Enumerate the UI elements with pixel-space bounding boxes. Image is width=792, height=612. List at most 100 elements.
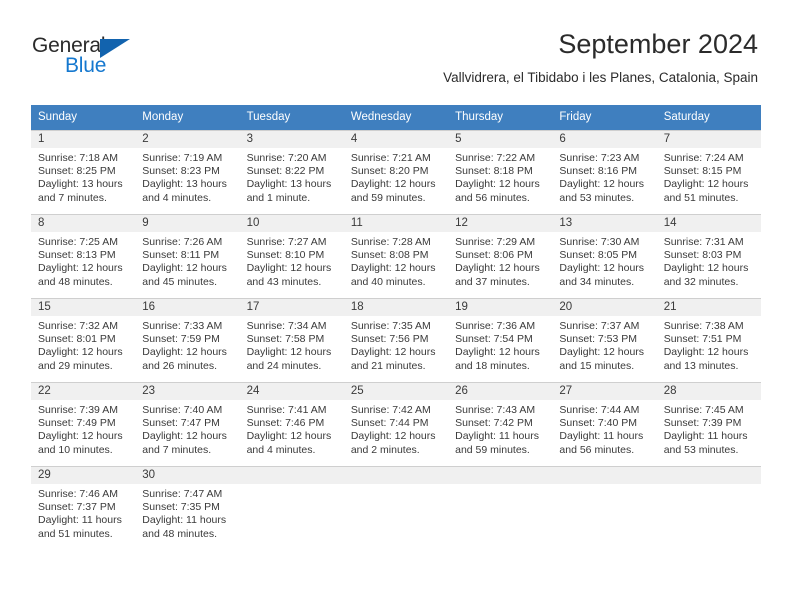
daylight-text-line2: and 10 minutes. — [38, 443, 113, 456]
calendar-day[interactable]: 12 Sunrise: 7:29 AM Sunset: 8:06 PM Dayligh… — [448, 214, 553, 298]
calendar-day[interactable]: 5 Sunrise: 7:22 AM Sunset: 8:18 PM Daylight… — [448, 130, 553, 214]
calendar-day[interactable]: 19 Sunrise: 7:36 AM Sunset: 7:54 PM Dayligh… — [448, 298, 553, 382]
daylight-text-line2: and 37 minutes. — [455, 275, 530, 288]
day-number — [448, 467, 553, 484]
sunset-text: Sunset: 7:39 PM — [663, 417, 742, 430]
calendar-week-row: 22 Sunrise: 7:39 AM Sunset: 7:49 PM Dayligh… — [31, 382, 761, 466]
day-details: Sunrise: 7:24 AM Sunset: 8:15 PM Daylight:… — [657, 148, 761, 205]
sunrise-text: Sunrise: 7:30 AM — [559, 236, 640, 248]
calendar-cell: 19 Sunrise: 7:36 AM Sunset: 7:54 PM Dayligh… — [448, 298, 553, 382]
sunset-text: Sunset: 8:15 PM — [663, 165, 742, 178]
daylight-text-line1: Daylight: 12 hours — [455, 346, 540, 359]
calendar-day[interactable]: 7 Sunrise: 7:24 AM Sunset: 8:15 PM Daylight… — [656, 130, 761, 214]
calendar-week-row: 15 Sunrise: 7:32 AM Sunset: 8:01 PM Dayligh… — [31, 298, 761, 382]
day-number: 16 — [135, 299, 240, 316]
calendar-day[interactable]: 14 Sunrise: 7:31 AM Sunset: 8:03 PM Dayligh… — [656, 214, 761, 298]
calendar-day[interactable]: 29 Sunrise: 7:46 AM Sunset: 7:37 PM Dayligh… — [31, 466, 136, 550]
calendar-cell: 20 Sunrise: 7:37 AM Sunset: 7:53 PM Dayligh… — [552, 298, 657, 382]
calendar-cell: 16 Sunrise: 7:33 AM Sunset: 7:59 PM Dayligh… — [135, 298, 240, 382]
sunrise-text: Sunrise: 7:42 AM — [350, 404, 431, 416]
calendar-day[interactable]: 3 Sunrise: 7:20 AM Sunset: 8:22 PM Daylight… — [239, 130, 344, 214]
calendar-day-empty — [343, 466, 449, 550]
daylight-text-line2: and 48 minutes. — [142, 527, 217, 540]
calendar-day[interactable]: 2 Sunrise: 7:19 AM Sunset: 8:23 PM Daylight… — [135, 130, 240, 214]
calendar-day[interactable]: 6 Sunrise: 7:23 AM Sunset: 8:16 PM Daylight… — [552, 130, 657, 214]
daylight-text-line1: Daylight: 12 hours — [38, 262, 123, 275]
calendar-day[interactable]: 20 Sunrise: 7:37 AM Sunset: 7:53 PM Dayligh… — [552, 298, 657, 382]
day-details: Sunrise: 7:22 AM Sunset: 8:18 PM Daylight:… — [448, 148, 552, 205]
calendar-cell: 23 Sunrise: 7:40 AM Sunset: 7:47 PM Dayligh… — [135, 382, 240, 466]
sunset-text: Sunset: 7:35 PM — [142, 501, 220, 514]
calendar-cell: 27 Sunrise: 7:44 AM Sunset: 7:40 PM Dayligh… — [552, 382, 657, 466]
calendar-cell — [656, 466, 761, 550]
day-details: Sunrise: 7:39 AM Sunset: 7:49 PM Daylight:… — [31, 400, 135, 457]
daylight-text-line2: and 26 minutes. — [142, 359, 217, 372]
calendar-day[interactable]: 9 Sunrise: 7:26 AM Sunset: 8:11 PM Daylight… — [135, 214, 240, 298]
daylight-text-line1: Daylight: 12 hours — [38, 430, 123, 443]
calendar-day[interactable]: 17 Sunrise: 7:34 AM Sunset: 7:58 PM Dayligh… — [239, 298, 344, 382]
calendar-day[interactable]: 28 Sunrise: 7:45 AM Sunset: 7:39 PM Dayligh… — [656, 382, 761, 466]
sunset-text: Sunset: 7:58 PM — [246, 333, 325, 346]
calendar-day[interactable]: 11 Sunrise: 7:28 AM Sunset: 8:08 PM Dayligh… — [343, 214, 449, 298]
sunset-text: Sunset: 8:22 PM — [246, 165, 325, 178]
day-number: 8 — [31, 215, 136, 232]
day-details: Sunrise: 7:36 AM Sunset: 7:54 PM Daylight:… — [448, 316, 552, 373]
day-details: Sunrise: 7:18 AM Sunset: 8:25 PM Daylight:… — [31, 148, 135, 205]
daylight-text-line2: and 7 minutes. — [142, 443, 212, 456]
daylight-text-line2: and 4 minutes. — [142, 191, 212, 204]
daylight-text-line2: and 56 minutes. — [455, 191, 530, 204]
daylight-text-line1: Daylight: 12 hours — [142, 262, 227, 275]
calendar-day[interactable]: 21 Sunrise: 7:38 AM Sunset: 7:51 PM Dayligh… — [656, 298, 761, 382]
daylight-text-line2: and 43 minutes. — [246, 275, 322, 288]
daylight-text-line1: Daylight: 11 hours — [559, 430, 644, 443]
sunset-text: Sunset: 7:51 PM — [663, 333, 742, 346]
calendar-cell: 1 Sunrise: 7:18 AM Sunset: 8:25 PM Daylight… — [31, 130, 136, 214]
weekday-header-monday: Monday — [135, 105, 240, 130]
day-details: Sunrise: 7:47 AM Sunset: 7:35 PM Daylight:… — [135, 484, 239, 541]
daylight-text-line2: and 45 minutes. — [142, 275, 217, 288]
calendar-day[interactable]: 13 Sunrise: 7:30 AM Sunset: 8:05 PM Dayligh… — [552, 214, 657, 298]
calendar-header-row: Sunday Monday Tuesday Wednesday Thursday… — [31, 105, 761, 130]
calendar-week-row: 8 Sunrise: 7:25 AM Sunset: 8:13 PM Daylight… — [31, 214, 761, 298]
calendar-day[interactable]: 24 Sunrise: 7:41 AM Sunset: 7:46 PM Dayligh… — [239, 382, 344, 466]
calendar-day[interactable]: 30 Sunrise: 7:47 AM Sunset: 7:35 PM Dayligh… — [135, 466, 240, 550]
calendar-day[interactable]: 15 Sunrise: 7:32 AM Sunset: 8:01 PM Dayligh… — [31, 298, 136, 382]
calendar-day[interactable]: 27 Sunrise: 7:44 AM Sunset: 7:40 PM Dayligh… — [552, 382, 657, 466]
brand-logo[interactable]: General Blue — [32, 34, 202, 82]
sunset-text: Sunset: 8:10 PM — [246, 249, 325, 262]
sunrise-text: Sunrise: 7:33 AM — [142, 320, 223, 332]
daylight-text-line2: and 51 minutes. — [663, 191, 739, 204]
calendar-day[interactable]: 10 Sunrise: 7:27 AM Sunset: 8:10 PM Dayligh… — [239, 214, 344, 298]
day-details: Sunrise: 7:41 AM Sunset: 7:46 PM Daylight:… — [240, 400, 344, 457]
sunrise-text: Sunrise: 7:21 AM — [350, 152, 431, 164]
sunrise-text: Sunrise: 7:25 AM — [38, 236, 118, 248]
day-details: Sunrise: 7:31 AM Sunset: 8:03 PM Daylight:… — [657, 232, 761, 289]
weekday-header-tuesday: Tuesday — [239, 105, 344, 130]
calendar-cell: 29 Sunrise: 7:46 AM Sunset: 7:37 PM Dayligh… — [31, 466, 136, 550]
calendar-day[interactable]: 26 Sunrise: 7:43 AM Sunset: 7:42 PM Dayligh… — [448, 382, 553, 466]
calendar-day[interactable]: 25 Sunrise: 7:42 AM Sunset: 7:44 PM Dayligh… — [343, 382, 449, 466]
calendar-cell — [239, 466, 344, 550]
daylight-text-line1: Daylight: 12 hours — [559, 178, 645, 191]
calendar-cell: 18 Sunrise: 7:35 AM Sunset: 7:56 PM Dayligh… — [343, 298, 449, 382]
daylight-text-line1: Daylight: 11 hours — [663, 430, 748, 443]
calendar-day[interactable]: 18 Sunrise: 7:35 AM Sunset: 7:56 PM Dayligh… — [343, 298, 449, 382]
calendar-day[interactable]: 1 Sunrise: 7:18 AM Sunset: 8:25 PM Daylight… — [31, 130, 136, 214]
calendar-day[interactable]: 8 Sunrise: 7:25 AM Sunset: 8:13 PM Daylight… — [31, 214, 136, 298]
daylight-text-line2: and 7 minutes. — [38, 191, 107, 204]
calendar-day[interactable]: 4 Sunrise: 7:21 AM Sunset: 8:20 PM Daylight… — [343, 130, 449, 214]
calendar-day[interactable]: 22 Sunrise: 7:39 AM Sunset: 7:49 PM Dayligh… — [31, 382, 136, 466]
sunset-text: Sunset: 8:11 PM — [142, 249, 220, 262]
day-details: Sunrise: 7:30 AM Sunset: 8:05 PM Daylight:… — [552, 232, 656, 289]
weekday-header-wednesday: Wednesday — [343, 105, 449, 130]
day-details: Sunrise: 7:37 AM Sunset: 7:53 PM Daylight:… — [552, 316, 656, 373]
day-number: 5 — [448, 131, 553, 148]
day-number: 25 — [343, 383, 449, 400]
sunset-text: Sunset: 7:53 PM — [559, 333, 638, 346]
calendar-cell: 15 Sunrise: 7:32 AM Sunset: 8:01 PM Dayligh… — [31, 298, 136, 382]
daylight-text-line1: Daylight: 12 hours — [559, 346, 645, 359]
calendar-day[interactable]: 16 Sunrise: 7:33 AM Sunset: 7:59 PM Dayligh… — [135, 298, 240, 382]
sunrise-text: Sunrise: 7:20 AM — [246, 152, 327, 164]
calendar-cell: 13 Sunrise: 7:30 AM Sunset: 8:05 PM Dayligh… — [552, 214, 657, 298]
calendar-day[interactable]: 23 Sunrise: 7:40 AM Sunset: 7:47 PM Dayligh… — [135, 382, 240, 466]
